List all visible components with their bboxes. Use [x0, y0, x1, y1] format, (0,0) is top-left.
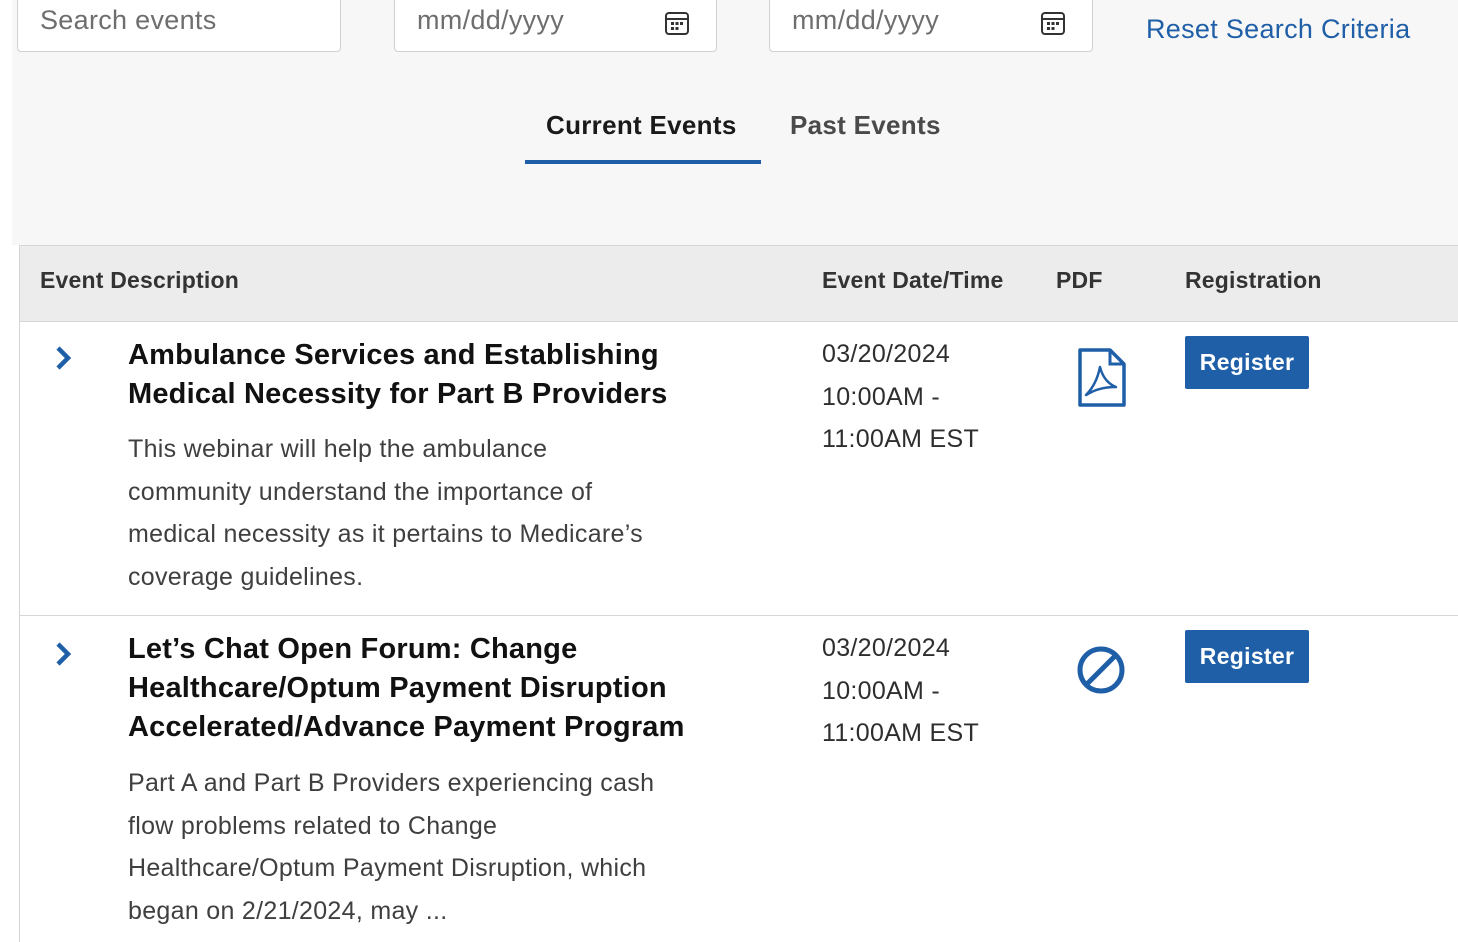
reset-search-link[interactable]: Reset Search Criteria	[1146, 14, 1410, 45]
table-row: Let’s Chat Open Forum: Change Healthcare…	[20, 616, 1458, 942]
event-description: This webinar will help the ambulance com…	[128, 435, 643, 591]
register-button[interactable]: Register	[1185, 336, 1309, 389]
calendar-icon[interactable]	[1040, 10, 1066, 36]
search-placeholder: Search events	[40, 5, 217, 35]
tab-past-events[interactable]: Past Events	[790, 110, 941, 141]
start-date-input[interactable]: mm/dd/yyyy	[394, 0, 717, 52]
event-date-time: 03/20/2024 10:00AM - 11:00AM EST	[822, 340, 980, 453]
column-header-description: Event Description	[40, 267, 239, 293]
column-header-date: Event Date/Time	[822, 267, 1004, 293]
table-row: Ambulance Services and Establishing Medi…	[20, 322, 1458, 616]
events-table: Event Description Event Date/Time PDF Re…	[19, 245, 1458, 942]
table-header: Event Description Event Date/Time PDF Re…	[20, 245, 1458, 322]
column-header-pdf: PDF	[1056, 267, 1103, 293]
pdf-file-icon[interactable]	[1076, 347, 1128, 409]
end-date-input[interactable]: mm/dd/yyyy	[769, 0, 1093, 52]
tab-current-events[interactable]: Current Events	[546, 110, 737, 141]
column-header-registration: Registration	[1185, 267, 1322, 293]
chevron-right-icon[interactable]	[52, 641, 74, 667]
event-title[interactable]: Let’s Chat Open Forum: Change Healthcare…	[128, 630, 768, 747]
event-title[interactable]: Ambulance Services and Establishing Medi…	[128, 336, 768, 414]
start-date-placeholder: mm/dd/yyyy	[417, 5, 565, 35]
register-button[interactable]: Register	[1185, 630, 1309, 683]
calendar-icon[interactable]	[664, 10, 690, 36]
end-date-placeholder: mm/dd/yyyy	[792, 5, 940, 35]
event-date-time: 03/20/2024 10:00AM - 11:00AM EST	[822, 634, 980, 747]
event-description: Part A and Part B Providers experiencing…	[128, 769, 655, 925]
chevron-right-icon[interactable]	[52, 345, 74, 371]
no-pdf-icon	[1077, 646, 1125, 694]
active-tab-indicator	[525, 160, 761, 164]
search-input[interactable]: Search events	[17, 0, 341, 52]
